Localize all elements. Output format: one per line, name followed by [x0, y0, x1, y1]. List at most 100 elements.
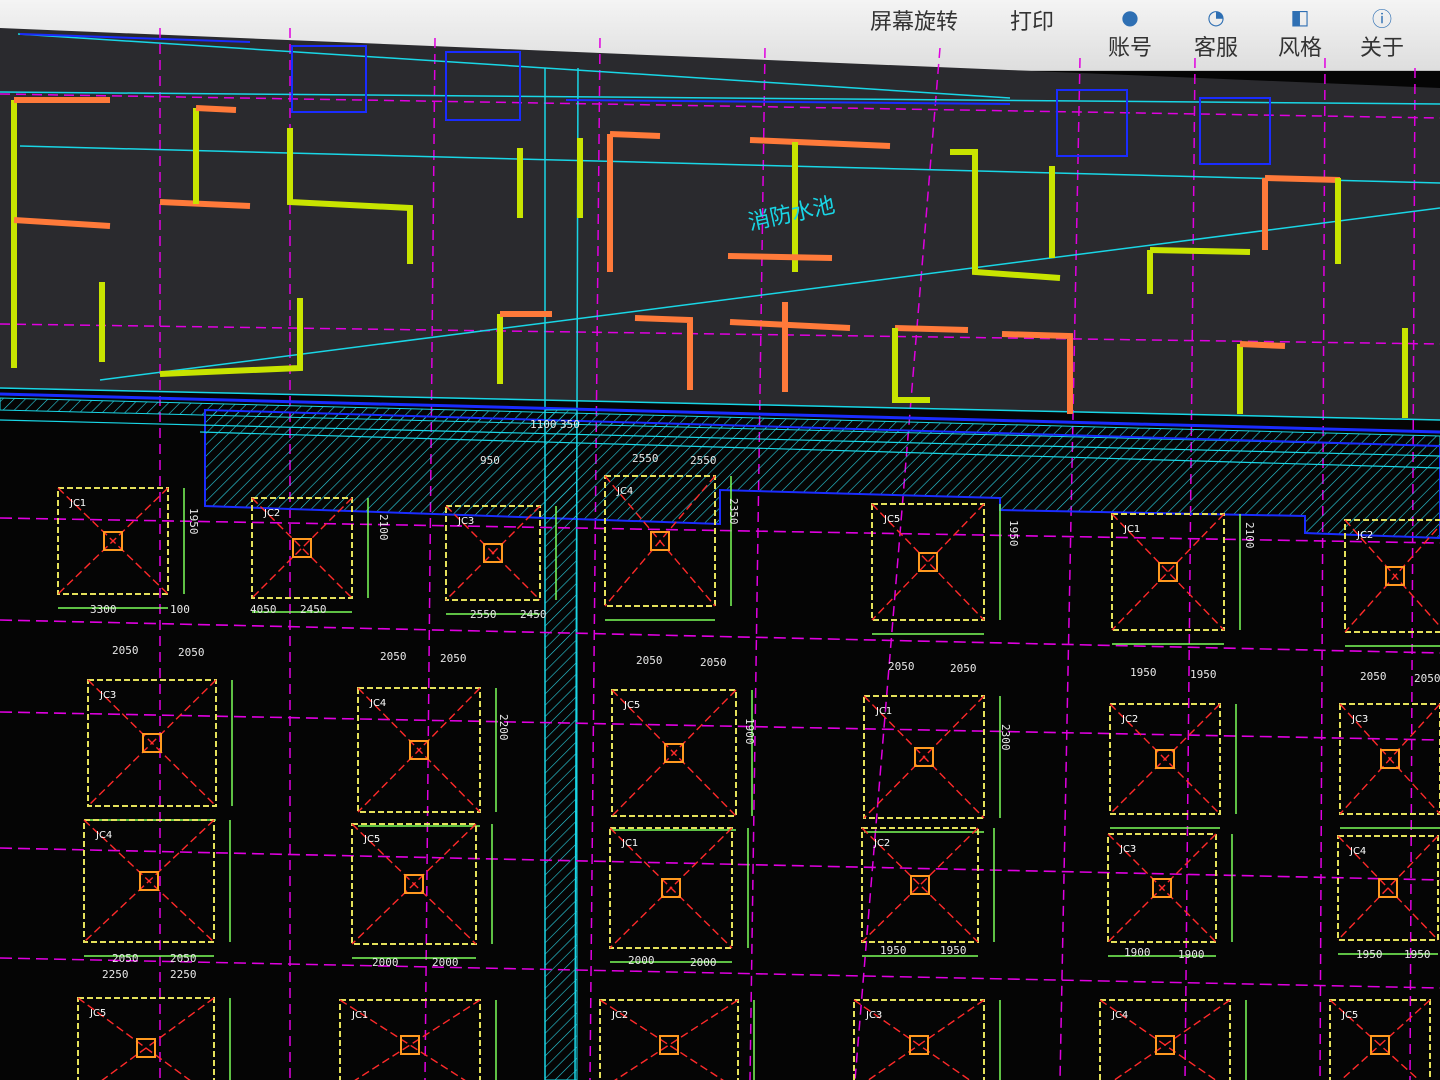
dimension-text: 950: [480, 454, 500, 467]
footing-label: JC5: [623, 700, 640, 711]
footing-label: JC5: [89, 1008, 106, 1019]
footing-jc[interactable]: JC5: [611, 689, 737, 817]
footing-label: JC4: [616, 486, 633, 497]
dimension-text: 2200: [497, 714, 510, 741]
dimension-text: 2050: [636, 654, 663, 667]
dimension-text: 1950: [1404, 948, 1431, 961]
dimension-text: 2450: [520, 608, 547, 621]
user-icon: ●: [1121, 5, 1139, 29]
dimension-text: 1950: [1130, 666, 1157, 679]
dimension-text: 1950: [880, 944, 907, 957]
info-icon: ⓘ: [1372, 6, 1392, 31]
footing-label: JC4: [1111, 1010, 1128, 1021]
dimension-text: 2000: [372, 956, 399, 969]
footing-jc[interactable]: JC5: [351, 823, 477, 945]
footing-label: JC3: [865, 1010, 882, 1021]
dimension-text: 1950: [1356, 948, 1383, 961]
footing-jc[interactable]: JC3: [445, 505, 541, 601]
footing-jc[interactable]: JC1: [57, 487, 169, 595]
footing-jc[interactable]: JC4: [357, 687, 481, 813]
headset-icon: ◔: [1207, 5, 1225, 29]
dimension-text: 2000: [628, 954, 655, 967]
footing-label: JC5: [363, 834, 380, 845]
footing-label: JC2: [263, 508, 280, 519]
footing-jc[interactable]: JC3: [853, 999, 985, 1080]
dimension-text: 2050: [1414, 672, 1440, 685]
dimension-text: 2050: [888, 660, 915, 673]
footing-label: JC1: [1123, 524, 1140, 535]
footing-label: JC1: [621, 838, 638, 849]
footing-jc[interactable]: JC4: [83, 819, 215, 943]
footing-jc[interactable]: JC3: [87, 679, 217, 807]
dimension-text: 1950: [1190, 668, 1217, 681]
dimension-text: 1950: [940, 944, 967, 957]
footing-jc[interactable]: JC3: [1107, 833, 1217, 943]
footing-jc[interactable]: JC1: [339, 999, 481, 1080]
dimension-text: 100: [170, 603, 190, 616]
footing-jc[interactable]: JC2: [861, 827, 979, 943]
footing-jc[interactable]: JC2: [599, 999, 739, 1080]
dimension-text: 2050: [700, 656, 727, 669]
footing-label: JC2: [1121, 714, 1138, 725]
dimension-text: 2300: [999, 724, 1012, 751]
dimension-text: 2050: [170, 952, 197, 965]
footing-label: JC1: [875, 706, 892, 717]
footing-jc[interactable]: JC4: [1337, 835, 1439, 941]
dimension-text: 2250: [170, 968, 197, 981]
footing-label: JC2: [611, 1010, 628, 1021]
footing-label: JC2: [873, 838, 890, 849]
footing-label: JC5: [1341, 1010, 1358, 1021]
footing-jc[interactable]: JC2: [251, 497, 353, 599]
dimension-text: 1900: [1178, 948, 1205, 961]
dimension-text: 2050: [112, 644, 139, 657]
dimension-text: 2350: [727, 498, 740, 525]
column-mark: [659, 1035, 679, 1055]
dimension-text: 2050: [950, 662, 977, 675]
dimension-text: 1900: [1124, 946, 1151, 959]
hatched-vertical-wall: [544, 409, 578, 1080]
palette-icon: ◧: [1290, 5, 1310, 29]
footing-label: JC5: [883, 514, 900, 525]
footing-label: JC4: [1349, 846, 1366, 857]
dimension-text: 2100: [1243, 522, 1256, 549]
footing-jc[interactable]: JC4: [1099, 999, 1231, 1080]
column-mark: [400, 1035, 420, 1055]
footing-label: JC4: [95, 830, 112, 841]
dimension-text: 1950: [1007, 520, 1020, 547]
dimension-text: 1950: [187, 508, 200, 535]
dimension-text: 2550: [632, 452, 659, 465]
footing-label: JC3: [457, 516, 474, 527]
dimension-text: 2000: [432, 956, 459, 969]
footing-jc[interactable]: JC5: [1329, 999, 1431, 1080]
dimension-text: 1100: [530, 418, 557, 431]
footing-jc[interactable]: JC2: [1109, 703, 1221, 815]
dimension-text: 2550: [470, 608, 497, 621]
dimension-text: 4050: [250, 603, 277, 616]
footing-jc[interactable]: JC1: [1111, 513, 1225, 631]
footing-jc[interactable]: JC5: [871, 503, 985, 621]
dimension-text: 1900: [743, 718, 756, 745]
dimension-text: 2050: [380, 650, 407, 663]
dimension-text: 2050: [440, 652, 467, 665]
footing-label: JC1: [351, 1010, 368, 1021]
dimension-text: 2050: [112, 952, 139, 965]
footing-label: JC2: [1356, 530, 1373, 541]
footing-label: JC1: [69, 498, 86, 509]
dimension-text: 2050: [1360, 670, 1387, 683]
upper-floor-area: [0, 28, 1440, 420]
dimension-text: 2450: [300, 603, 327, 616]
footing-label: JC4: [369, 698, 386, 709]
dimension-text: 2250: [102, 968, 129, 981]
footing-jc[interactable]: JC3: [1339, 703, 1440, 815]
footing-label: JC3: [1351, 714, 1368, 725]
footing-jc[interactable]: JC1: [609, 827, 733, 949]
cad-drawing-canvas[interactable]: JC1 JC2 JC3 JC4 JC5 JC1 JC2 JC3 JC4 JC5 JC1 JC2 JC3 J…: [0, 28, 1440, 1080]
footing-jc[interactable]: JC5: [77, 997, 215, 1080]
dimension-text: 2550: [690, 454, 717, 467]
dimension-text: 2050: [178, 646, 205, 659]
dimension-text: 3300: [90, 603, 117, 616]
dimension-text: 2000: [690, 956, 717, 969]
footing-layer: JC1 JC2 JC3 JC4 JC5 JC1 JC2 JC3 JC4 JC5 JC1 JC2 JC3 J…: [57, 475, 1440, 1080]
footing-label: JC3: [1119, 844, 1136, 855]
dimension-text: 350: [560, 418, 580, 431]
